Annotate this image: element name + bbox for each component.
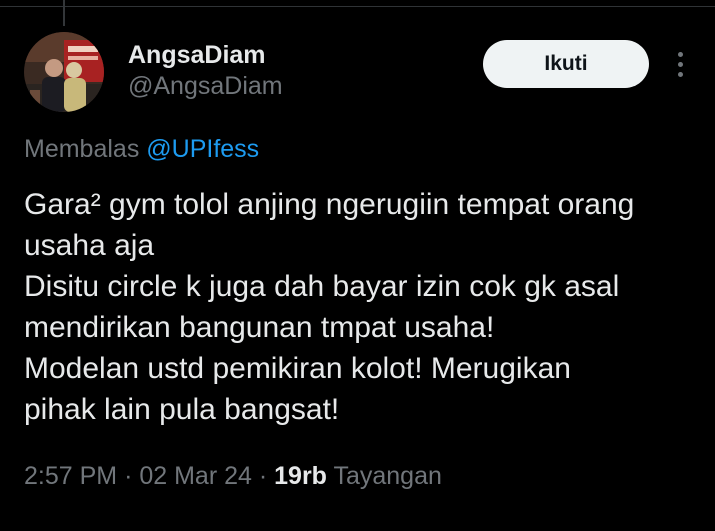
meta-separator: · bbox=[124, 462, 133, 490]
more-dot bbox=[677, 51, 683, 57]
tweet-date[interactable]: 02 Mar 24 bbox=[139, 462, 252, 490]
views-label: Tayangan bbox=[333, 462, 442, 490]
more-dot bbox=[677, 61, 683, 67]
top-divider bbox=[0, 6, 715, 7]
views-count: 19rb bbox=[274, 462, 327, 490]
tweet-line: Gara² gym tolol anjing ngerugiin tempat … bbox=[24, 188, 635, 221]
user-handle[interactable]: @AngsaDiam bbox=[128, 70, 283, 102]
follow-button[interactable]: Ikuti bbox=[483, 40, 649, 88]
display-name[interactable]: AngsaDiam bbox=[128, 40, 283, 70]
avatar[interactable] bbox=[24, 32, 104, 112]
more-options-icon[interactable] bbox=[668, 48, 692, 80]
tweet-line: pihak lain pula bangsat! bbox=[24, 393, 340, 426]
tweet-text: Gara² gym tolol anjing ngerugiin tempat … bbox=[24, 184, 704, 430]
tweet-line: mendirikan bangunan tmpat usaha! bbox=[24, 311, 495, 344]
reply-context: Membalas @UPIfess bbox=[24, 133, 259, 165]
tweet-line: Disitu circle k juga dah bayar izin cok … bbox=[24, 270, 620, 303]
tweet-time[interactable]: 2:57 PM bbox=[24, 462, 117, 490]
thread-connector-line bbox=[63, 0, 65, 26]
more-dot bbox=[677, 71, 683, 77]
reply-mention-link[interactable]: @UPIfess bbox=[146, 135, 259, 163]
meta-separator: · bbox=[258, 462, 268, 490]
reply-prefix: Membalas bbox=[24, 135, 140, 163]
tweet-line: Modelan ustd pemikiran kolot! Merugikan bbox=[24, 352, 571, 385]
user-names: AngsaDiam @AngsaDiam bbox=[128, 40, 283, 102]
tweet-line: usaha aja bbox=[24, 229, 155, 262]
avatar-photo bbox=[24, 32, 104, 112]
tweet-meta: 2:57 PM · 02 Mar 24 · 19rb Tayangan bbox=[24, 459, 442, 493]
